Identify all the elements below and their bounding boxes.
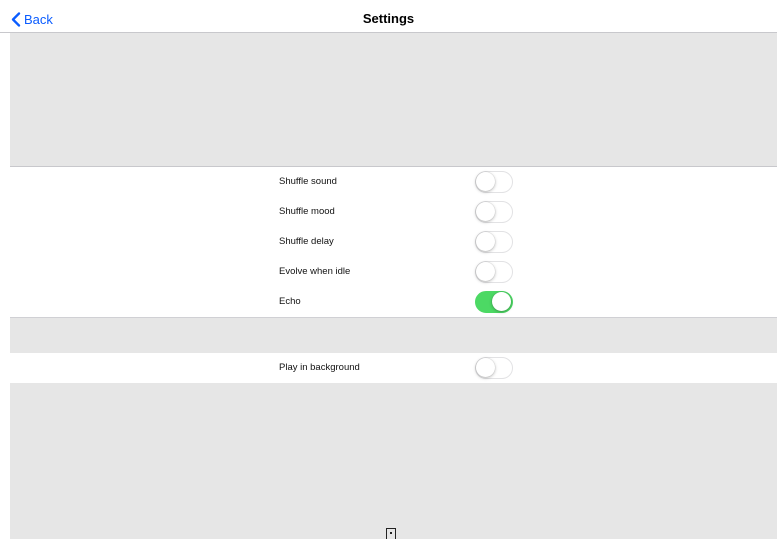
play-in-background-toggle[interactable] (475, 357, 513, 379)
group-spacer-middle (10, 317, 777, 354)
group-spacer-top (10, 33, 777, 166)
setting-label: Evolve when idle (279, 266, 351, 277)
settings-list: Shuffle sound Shuffle mood Shuffle delay… (10, 166, 777, 317)
echo-toggle[interactable] (475, 291, 513, 313)
shuffle-mood-toggle[interactable] (475, 201, 513, 223)
setting-label: Shuffle delay (279, 236, 334, 247)
shuffle-delay-toggle[interactable] (475, 231, 513, 253)
group-spacer-bottom (10, 383, 777, 539)
setting-label: Shuffle sound (279, 176, 337, 187)
settings-row-shuffle-sound: Shuffle sound (10, 167, 777, 197)
toggle-knob (476, 172, 495, 191)
settings-row-shuffle-delay: Shuffle delay (10, 227, 777, 257)
navigation-bar: Back Settings (0, 0, 777, 33)
toggle-knob (476, 358, 495, 377)
page-title: Settings (362, 11, 415, 26)
toggle-knob (476, 262, 495, 281)
settings-content: Shuffle sound Shuffle mood Shuffle delay… (10, 33, 777, 539)
toggle-knob (476, 202, 495, 221)
toggle-knob (492, 292, 511, 311)
settings-row-shuffle-mood: Shuffle mood (10, 197, 777, 227)
drag-handle-icon (386, 528, 396, 539)
evolve-when-idle-toggle[interactable] (475, 261, 513, 283)
setting-label: Echo (279, 296, 301, 307)
settings-screen: Back Settings Shuffle sound Shuffle mood… (0, 0, 777, 539)
settings-row-echo: Echo (10, 287, 777, 317)
background-settings-list: Play in background (10, 353, 777, 383)
setting-label: Shuffle mood (279, 206, 335, 217)
settings-row-play-in-background: Play in background (10, 353, 777, 383)
setting-label: Play in background (279, 362, 360, 373)
shuffle-sound-toggle[interactable] (475, 171, 513, 193)
toggle-knob (476, 232, 495, 251)
settings-row-evolve-when-idle: Evolve when idle (10, 257, 777, 287)
